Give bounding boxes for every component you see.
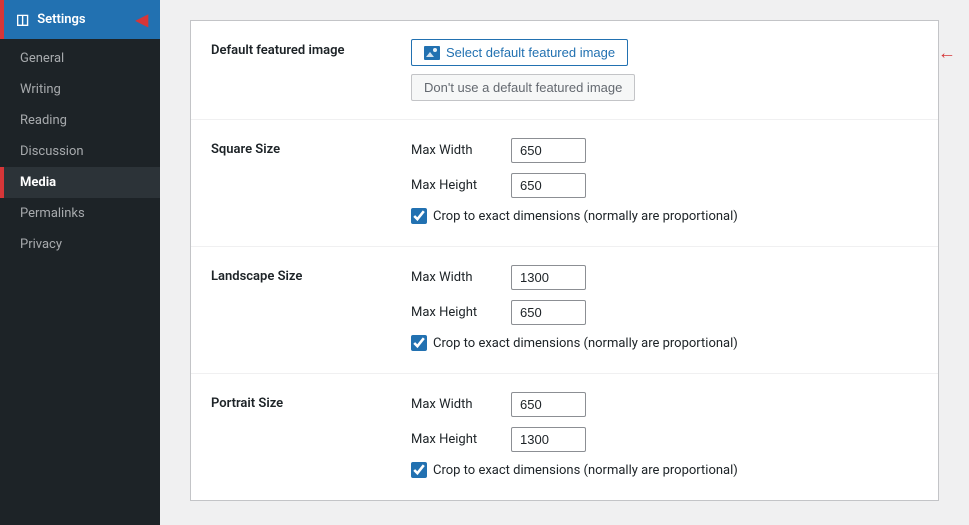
sidebar-item-general[interactable]: General: [0, 43, 160, 74]
square-size-field: Max Width Max Height Crop to exact dimen…: [411, 138, 918, 228]
portrait-max-height-label: Max Height: [411, 432, 511, 447]
sidebar-item-writing[interactable]: Writing: [0, 74, 160, 105]
landscape-max-height-row: Max Height: [411, 300, 918, 325]
landscape-crop-row: Crop to exact dimensions (normally are p…: [411, 335, 918, 351]
square-crop-checkbox[interactable]: [411, 208, 427, 224]
square-max-width-label: Max Width: [411, 143, 511, 158]
portrait-max-width-row: Max Width: [411, 392, 918, 417]
landscape-max-width-input[interactable]: [511, 265, 586, 290]
portrait-size-label: Portrait Size: [211, 392, 411, 411]
landscape-max-width-label: Max Width: [411, 270, 511, 285]
select-image-label: Select default featured image: [446, 45, 615, 60]
default-featured-image-row: Default featured image Select default fe…: [191, 21, 938, 120]
sidebar-item-permalinks[interactable]: Permalinks: [0, 198, 160, 229]
portrait-size-row: Portrait Size Max Width Max Height Crop …: [191, 374, 938, 500]
select-featured-image-button[interactable]: Select default featured image: [411, 39, 628, 66]
main-content: Default featured image Select default fe…: [160, 0, 969, 525]
landscape-max-height-input[interactable]: [511, 300, 586, 325]
portrait-crop-label: Crop to exact dimensions (normally are p…: [433, 463, 738, 478]
square-crop-row: Crop to exact dimensions (normally are p…: [411, 208, 918, 224]
portrait-max-width-input[interactable]: [511, 392, 586, 417]
no-image-label: Don't use a default featured image: [424, 80, 622, 95]
image-icon: [424, 46, 440, 60]
square-size-row: Square Size Max Width Max Height Crop to…: [191, 120, 938, 247]
square-max-height-row: Max Height: [411, 173, 918, 198]
sidebar: ◫ Settings ◀ General Writing Reading Dis…: [0, 0, 160, 525]
landscape-crop-checkbox[interactable]: [411, 335, 427, 351]
landscape-crop-label: Crop to exact dimensions (normally are p…: [433, 336, 738, 351]
sidebar-settings-label: Settings: [37, 12, 85, 27]
sidebar-nav: General Writing Reading Discussion Media…: [0, 39, 160, 264]
portrait-crop-checkbox[interactable]: [411, 462, 427, 478]
square-max-width-row: Max Width: [411, 138, 918, 163]
square-size-label: Square Size: [211, 138, 411, 157]
sidebar-item-media[interactable]: Media: [0, 167, 160, 198]
sidebar-item-reading[interactable]: Reading: [0, 105, 160, 136]
landscape-max-height-label: Max Height: [411, 305, 511, 320]
portrait-crop-row: Crop to exact dimensions (normally are p…: [411, 462, 918, 478]
landscape-size-field: Max Width Max Height Crop to exact dimen…: [411, 265, 918, 355]
square-max-height-label: Max Height: [411, 178, 511, 193]
sidebar-item-privacy[interactable]: Privacy: [0, 229, 160, 260]
landscape-size-label: Landscape Size: [211, 265, 411, 284]
settings-icon: ◫: [16, 12, 29, 28]
sidebar-arrow-icon: ◀: [136, 10, 148, 29]
settings-section: Default featured image Select default fe…: [190, 20, 939, 501]
landscape-size-row: Landscape Size Max Width Max Height Crop…: [191, 247, 938, 374]
default-featured-image-field: Select default featured image ← Don't us…: [411, 39, 918, 101]
portrait-max-height-row: Max Height: [411, 427, 918, 452]
featured-image-buttons: Select default featured image ← Don't us…: [411, 39, 918, 101]
portrait-size-field: Max Width Max Height Crop to exact dimen…: [411, 392, 918, 482]
sidebar-item-discussion[interactable]: Discussion: [0, 136, 160, 167]
sidebar-settings-item[interactable]: ◫ Settings ◀: [0, 0, 160, 39]
no-default-image-button[interactable]: Don't use a default featured image: [411, 74, 635, 101]
landscape-max-width-row: Max Width: [411, 265, 918, 290]
portrait-max-width-label: Max Width: [411, 397, 511, 412]
arrow-indicator: ←: [938, 42, 956, 63]
square-crop-label: Crop to exact dimensions (normally are p…: [433, 209, 738, 224]
square-max-height-input[interactable]: [511, 173, 586, 198]
portrait-max-height-input[interactable]: [511, 427, 586, 452]
square-max-width-input[interactable]: [511, 138, 586, 163]
default-featured-image-label: Default featured image: [211, 39, 411, 58]
